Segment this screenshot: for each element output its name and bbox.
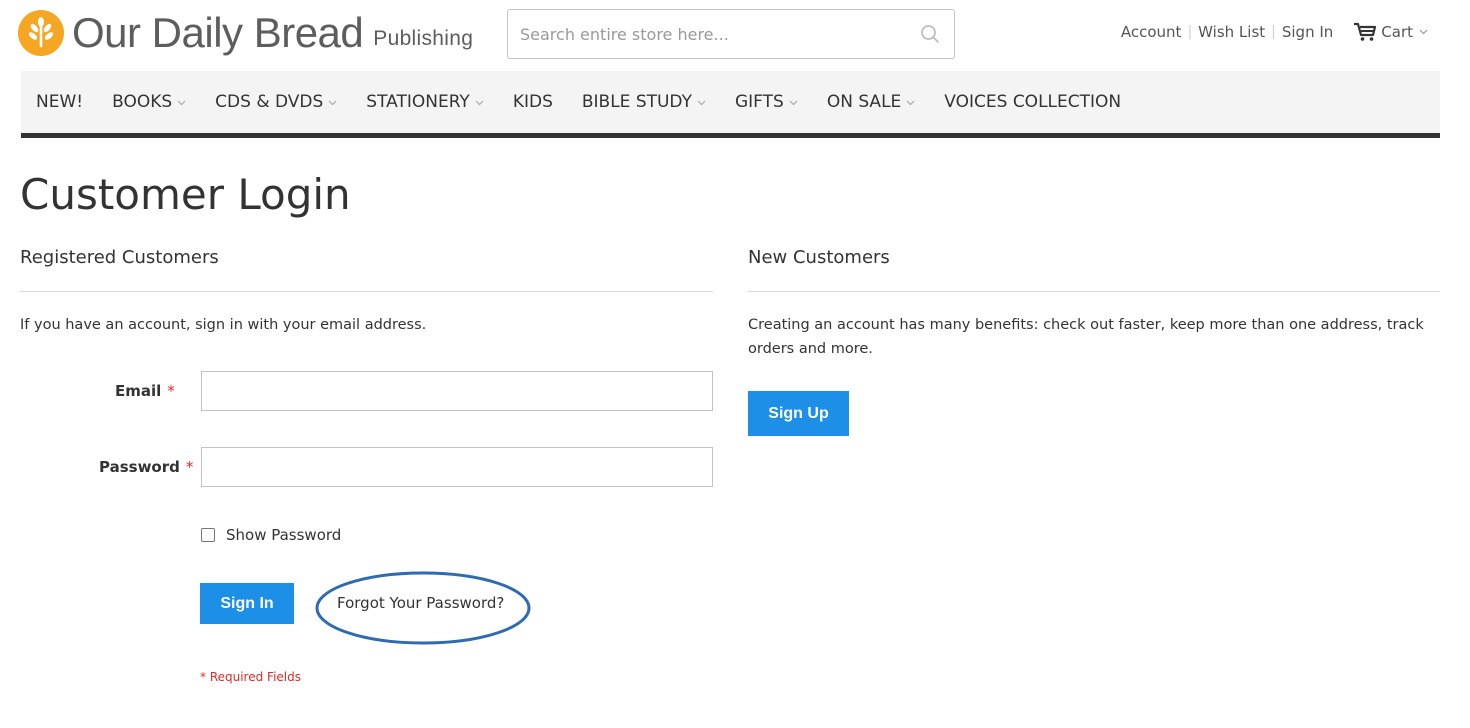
nav-items: NEW! BOOKS CDS & DVDS STATIONERY KIDS BIBLE S… (21, 71, 1440, 133)
registered-customers-title: Registered Customers (20, 243, 713, 292)
sign-up-button[interactable]: Sign Up (748, 391, 849, 436)
logo-name: Our Daily Bread (72, 9, 364, 56)
nav-item-label: GIFTS (734, 92, 784, 112)
nav-item-label: STATIONERY (366, 92, 470, 112)
password-label-text: Password (99, 458, 180, 476)
chevron-down-icon (475, 100, 484, 106)
chevron-down-icon (697, 100, 706, 106)
nav-item[interactable]: NEW! (36, 92, 83, 112)
nav-item[interactable]: BOOKS (112, 92, 186, 112)
nav-item-label: KIDS (512, 92, 553, 112)
site-logo[interactable]: Our Daily Bread Publishing (18, 10, 473, 56)
signin-link[interactable]: Sign In (1282, 23, 1333, 41)
nav-item[interactable]: KIDS (513, 92, 553, 112)
chevron-down-icon (906, 100, 915, 106)
password-field[interactable] (201, 447, 713, 487)
email-label-text: Email (115, 382, 162, 400)
logo-subtitle: Publishing (373, 27, 474, 50)
new-customers-text: Creating an account has many benefits: c… (748, 317, 1424, 357)
cart-button[interactable]: Cart (1353, 22, 1428, 42)
search-box (507, 9, 955, 59)
page-title: Customer Login (20, 170, 351, 219)
required-fields-note: * Required Fields (200, 670, 301, 684)
chevron-down-icon (1419, 29, 1428, 35)
nav-item[interactable]: BIBLE STUDY (582, 92, 706, 112)
link-separator: | (1271, 24, 1276, 40)
show-password-toggle[interactable]: Show Password (201, 526, 341, 544)
nav-item[interactable]: CDS & DVDS (215, 92, 337, 112)
required-star: * (167, 382, 175, 400)
nav-item-label: NEW! (36, 92, 84, 112)
show-password-label: Show Password (226, 526, 342, 544)
wheat-logo-icon (18, 10, 64, 56)
email-field[interactable] (201, 371, 713, 411)
header-links: Account | Wish List | Sign In Cart (1121, 22, 1428, 42)
nav-item[interactable]: VOICES COLLECTION (944, 92, 1121, 112)
cart-label: Cart (1381, 23, 1413, 41)
nav-item-label: BIBLE STUDY (581, 92, 692, 112)
nav-item-label: BOOKS (112, 92, 173, 112)
forgot-password-link[interactable]: Forgot Your Password? (337, 594, 504, 612)
cart-icon (1354, 22, 1377, 41)
sign-in-button[interactable]: Sign In (200, 583, 294, 624)
search-icon[interactable] (920, 24, 940, 44)
main-navigation: NEW! BOOKS CDS & DVDS STATIONERY KIDS BIBLE S… (21, 71, 1440, 138)
wishlist-link[interactable]: Wish List (1198, 23, 1265, 41)
nav-item-label: VOICES COLLECTION (944, 92, 1122, 112)
link-separator: | (1187, 24, 1193, 40)
email-label: Email * (115, 382, 175, 400)
chevron-down-icon (789, 100, 798, 106)
nav-item[interactable]: ON SALE (827, 92, 915, 112)
registered-customers-text: If you have an account, sign in with you… (20, 317, 427, 333)
registered-customers-block: Registered Customers If you have an acco… (20, 243, 713, 337)
required-star: * (185, 458, 194, 476)
password-label: Password * (99, 458, 193, 476)
search-input[interactable] (508, 10, 888, 58)
account-link[interactable]: Account (1121, 23, 1182, 41)
chevron-down-icon (328, 100, 337, 106)
new-customers-title: New Customers (748, 243, 1440, 292)
nav-item[interactable]: STATIONERY (366, 92, 484, 112)
new-customers-block: New Customers Creating an account has ma… (748, 243, 1440, 361)
nav-item-label: CDS & DVDS (215, 92, 324, 112)
nav-item-label: ON SALE (826, 92, 902, 112)
show-password-checkbox[interactable] (201, 528, 215, 542)
chevron-down-icon (177, 100, 186, 106)
nav-item[interactable]: GIFTS (735, 92, 798, 112)
